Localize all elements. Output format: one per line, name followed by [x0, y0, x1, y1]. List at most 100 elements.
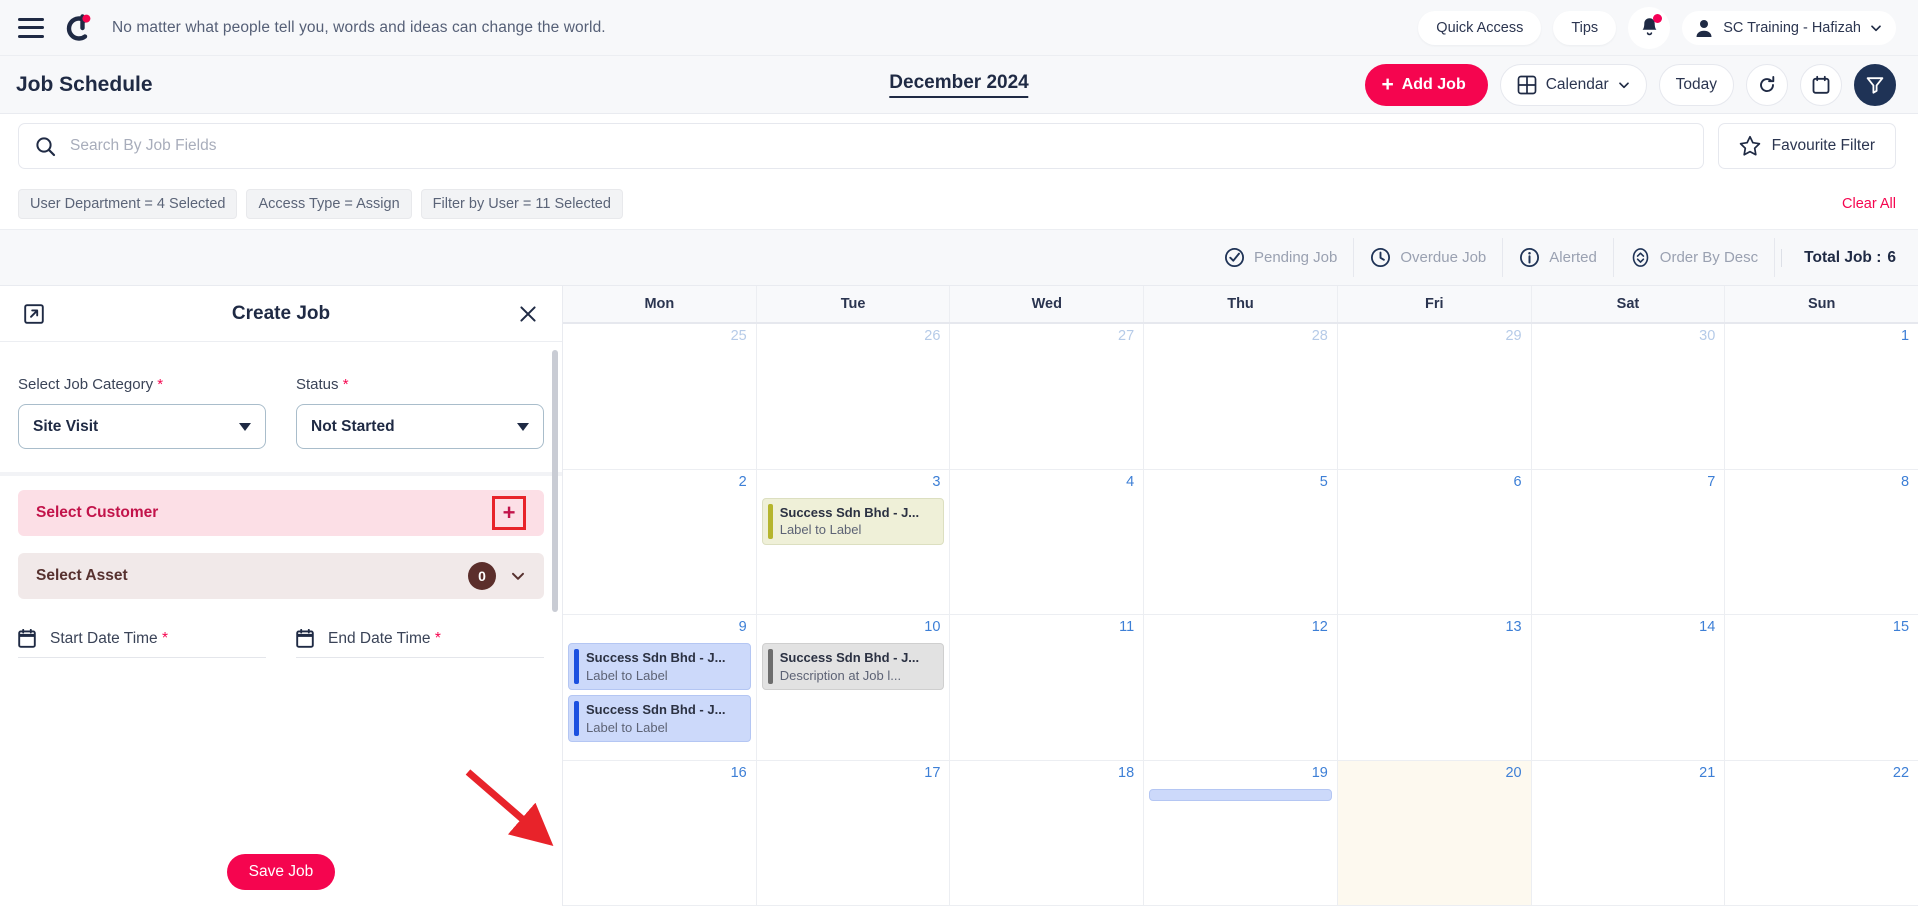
- favourite-filter-button[interactable]: Favourite Filter: [1717, 123, 1896, 169]
- refresh-button[interactable]: [1746, 63, 1788, 106]
- calendar-day-cell[interactable]: 25: [563, 324, 757, 469]
- calendar-day-cell[interactable]: 12: [1144, 615, 1338, 760]
- calendar-day-events: Success Sdn Bhd - J... Label to Label: [761, 497, 945, 545]
- panel-scrollbar[interactable]: [552, 350, 558, 612]
- status-select[interactable]: Not Started: [296, 404, 544, 449]
- filter-button[interactable]: [1854, 63, 1896, 106]
- calendar-day-cell[interactable]: 10 Success Sdn Bhd - J... Description at J…: [757, 615, 951, 760]
- user-name-label: SC Training - Hafizah: [1723, 19, 1861, 36]
- event-text: Success Sdn Bhd - J... Label to Label: [586, 701, 725, 736]
- calendar-day-cell[interactable]: 22: [1725, 761, 1918, 906]
- funnel-icon: [1866, 76, 1884, 94]
- calendar-day-number: 5: [1319, 473, 1328, 490]
- calendar-day-number: 3: [932, 473, 941, 490]
- status-value: Not Started: [311, 417, 395, 435]
- brand-logo-icon[interactable]: [60, 11, 94, 45]
- calendar-day-cell[interactable]: 26: [757, 324, 951, 469]
- required-asterisk: *: [157, 376, 164, 393]
- pending-job-filter[interactable]: Pending Job: [1208, 238, 1355, 277]
- calendar-day-cell[interactable]: 17: [757, 760, 951, 905]
- calendar-day-number: 6: [1513, 473, 1522, 490]
- total-job-counter: Total Job : 6: [1781, 248, 1896, 267]
- calendar-day-cell[interactable]: 4: [950, 469, 1145, 614]
- calendar-day-cell[interactable]: 14: [1532, 615, 1726, 760]
- end-date-label: End Date Time *: [328, 630, 441, 648]
- calendar-day-cell[interactable]: 1: [1725, 324, 1918, 469]
- calendar-week-row: 25 26 27 28 29 30 1: [563, 324, 1918, 470]
- calendar-event[interactable]: Success Sdn Bhd - J... Label to Label: [568, 695, 751, 743]
- filter-chip-list: User Department = 4 Selected Access Type…: [18, 188, 623, 219]
- job-category-select[interactable]: Site Visit: [18, 404, 266, 449]
- calendar-event[interactable]: Success Sdn Bhd - J... Label to Label: [761, 497, 945, 545]
- calendar-event[interactable]: Success Sdn Bhd - J... Label to Label: [568, 643, 751, 691]
- order-by-toggle[interactable]: Order By Desc: [1614, 238, 1776, 277]
- weekday-tue: Tue: [757, 286, 951, 322]
- tips-button[interactable]: Tips: [1553, 10, 1617, 45]
- overdue-job-filter[interactable]: Overdue Job: [1354, 238, 1504, 277]
- search-box[interactable]: [18, 123, 1704, 169]
- alerted-label: Alerted: [1549, 249, 1597, 266]
- menu-icon[interactable]: [18, 17, 44, 38]
- today-button[interactable]: Today: [1658, 63, 1734, 106]
- select-asset-accordion[interactable]: Select Asset 0: [18, 553, 544, 599]
- calendar-day-cell[interactable]: 15: [1725, 615, 1918, 760]
- calendar-day-cell[interactable]: 8: [1725, 470, 1918, 615]
- calendar-day-cell[interactable]: 20: [1337, 760, 1532, 905]
- date-picker-button[interactable]: [1800, 63, 1842, 106]
- clear-all-filters-link[interactable]: Clear All: [1842, 196, 1896, 212]
- calendar-icon: [1812, 75, 1830, 94]
- filter-chip[interactable]: User Department = 4 Selected: [18, 188, 238, 219]
- calendar-day-cell[interactable]: 29: [1338, 324, 1532, 469]
- filter-chip[interactable]: Access Type = Assign: [246, 188, 412, 219]
- open-in-new-window-button[interactable]: [20, 300, 48, 328]
- end-date-field[interactable]: End Date Time *: [296, 629, 544, 658]
- user-menu[interactable]: SC Training - Hafizah: [1682, 10, 1896, 45]
- sort-updown-icon: [1632, 248, 1649, 267]
- calendar-day-cell[interactable]: 30: [1532, 324, 1726, 469]
- app-root: No matter what people tell you, words an…: [0, 0, 1918, 906]
- calendar-day-cell[interactable]: 27: [950, 324, 1145, 469]
- chevron-down-icon[interactable]: [510, 568, 526, 584]
- current-month-label[interactable]: December 2024: [889, 72, 1029, 98]
- calendar-day-cell[interactable]: 28: [1144, 324, 1338, 469]
- close-panel-button[interactable]: [514, 300, 542, 328]
- calendar-day-cell[interactable]: 6: [1338, 469, 1532, 614]
- filter-chip[interactable]: Filter by User = 11 Selected: [420, 188, 623, 219]
- search-row: Favourite Filter: [0, 114, 1918, 178]
- select-asset-label: Select Asset: [36, 567, 128, 584]
- calendar-day-cell[interactable]: 9 Success Sdn Bhd - J... Label to Label Suc…: [563, 615, 757, 760]
- calendar-day-cell[interactable]: 18: [950, 760, 1145, 905]
- alerted-filter[interactable]: Alerted: [1503, 238, 1614, 277]
- notifications-button[interactable]: [1628, 6, 1671, 49]
- calendar-day-cell[interactable]: 3 Success Sdn Bhd - J... Label to Label: [757, 469, 951, 614]
- select-customer-accordion[interactable]: Select Customer +: [18, 490, 544, 536]
- page-title: Job Schedule: [16, 72, 153, 96]
- quick-access-button[interactable]: Quick Access: [1418, 10, 1542, 45]
- main-body: Create Job Select Job Category * Site Vi…: [0, 286, 1918, 906]
- calendar-event[interactable]: [1149, 788, 1332, 801]
- view-mode-selector[interactable]: Calendar: [1499, 63, 1647, 106]
- event-title: Success Sdn Bhd - J...: [586, 650, 726, 665]
- add-job-button[interactable]: + Add Job: [1365, 63, 1488, 106]
- create-job-panel-header: Create Job: [0, 286, 562, 342]
- overdue-job-label: Overdue Job: [1400, 249, 1487, 266]
- calendar-day-cell[interactable]: 2: [563, 469, 757, 614]
- add-job-label: Add Job: [1401, 75, 1466, 93]
- calendar-day-cell[interactable]: 11: [950, 615, 1145, 760]
- save-job-button[interactable]: Save Job: [226, 854, 336, 890]
- asset-count-badge: 0: [468, 562, 496, 590]
- calendar-event[interactable]: Success Sdn Bhd - J... Description at Job…: [761, 643, 945, 691]
- calendar-day-number: 9: [738, 619, 747, 635]
- start-date-field[interactable]: Start Date Time *: [18, 629, 266, 658]
- search-input[interactable]: [70, 137, 1687, 155]
- calendar-day-cell[interactable]: 7: [1532, 469, 1726, 614]
- dropdown-caret-icon: [239, 422, 251, 431]
- add-customer-button[interactable]: +: [492, 496, 526, 530]
- calendar-day-cell[interactable]: 5: [1144, 469, 1338, 614]
- calendar-day-cell[interactable]: 21: [1532, 760, 1726, 905]
- tagline-text: No matter what people tell you, words an…: [112, 18, 606, 36]
- calendar-day-number: 2: [738, 473, 747, 490]
- calendar-day-cell[interactable]: 19: [1144, 760, 1338, 905]
- calendar-day-cell[interactable]: 16: [563, 760, 757, 905]
- calendar-day-cell[interactable]: 13: [1338, 615, 1532, 760]
